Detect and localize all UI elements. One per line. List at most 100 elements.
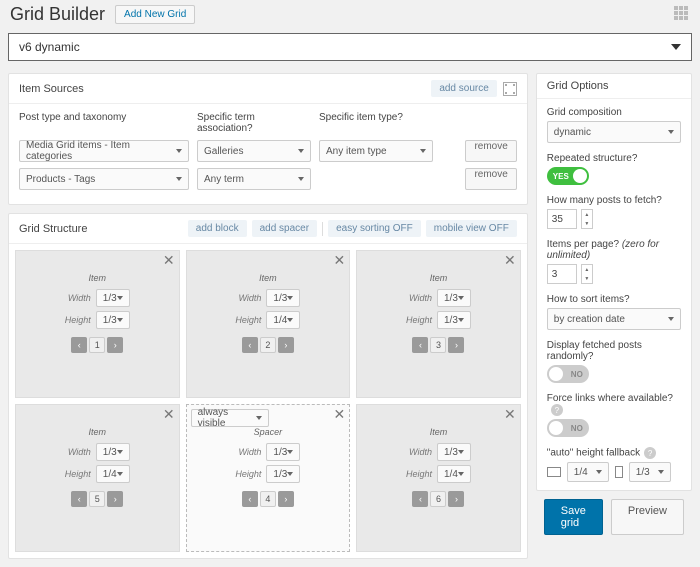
col-header: Post type and taxonomy <box>19 112 189 134</box>
chevron-down-icon <box>287 450 293 454</box>
grid-select[interactable]: v6 dynamic <box>8 33 692 61</box>
grid-item-cell[interactable]: ✕ItemWidth1/3Height1/4‹2› <box>186 250 351 398</box>
chevron-down-icon <box>596 470 602 474</box>
prev-icon[interactable]: ‹ <box>242 491 258 507</box>
width-select[interactable]: 1/3 <box>96 289 130 307</box>
stepper[interactable]: ▲▼ <box>581 209 593 229</box>
height-select[interactable]: 1/4 <box>266 311 300 329</box>
fallback-mobile-select[interactable]: 1/3 <box>629 462 671 482</box>
grid-item-cell[interactable]: ✕ItemWidth1/3Height1/4‹5› <box>15 404 180 552</box>
prev-icon[interactable]: ‹ <box>412 337 428 353</box>
force-links-toggle[interactable]: NO <box>547 419 589 437</box>
width-select[interactable]: 1/3 <box>437 289 471 307</box>
width-select[interactable]: 1/3 <box>96 443 130 461</box>
height-select[interactable]: 1/4 <box>96 465 130 483</box>
close-icon[interactable]: ✕ <box>333 253 345 267</box>
stepper[interactable]: ▲▼ <box>581 264 593 284</box>
close-icon[interactable]: ✕ <box>333 407 345 421</box>
height-select[interactable]: 1/3 <box>96 311 130 329</box>
repeated-toggle[interactable]: YES <box>547 167 589 185</box>
panel-title: Grid Structure <box>19 223 87 235</box>
page-number: 6 <box>430 491 446 507</box>
next-icon[interactable]: › <box>448 337 464 353</box>
chevron-down-icon <box>458 450 464 454</box>
height-select[interactable]: 1/4 <box>437 465 471 483</box>
width-select[interactable]: 1/3 <box>266 443 300 461</box>
app-grid-icon[interactable] <box>674 6 690 22</box>
easy-sorting-toggle[interactable]: easy sorting OFF <box>328 220 421 237</box>
close-icon[interactable]: ✕ <box>504 407 516 421</box>
width-select[interactable]: 1/3 <box>266 289 300 307</box>
help-icon[interactable]: ? <box>644 447 656 459</box>
label: Force links where available?? <box>547 393 681 416</box>
grid-spacer-cell[interactable]: always visible✕SpacerWidth1/3Height1/3‹4… <box>186 404 351 552</box>
chevron-down-icon <box>117 450 123 454</box>
next-icon[interactable]: › <box>278 337 294 353</box>
term-select[interactable]: Any term <box>197 168 311 190</box>
label: Grid composition <box>547 107 681 118</box>
panel-title: Item Sources <box>19 83 84 95</box>
grid-item-cell[interactable]: ✕ Item Width 1/3 Height 1/4 ‹6› <box>356 404 521 552</box>
mobile-view-toggle[interactable]: mobile view OFF <box>426 220 517 237</box>
per-page-input[interactable]: 3 <box>547 264 577 284</box>
expand-icon[interactable] <box>503 82 517 96</box>
cell-title: Item <box>430 273 448 283</box>
grid-select-value: v6 dynamic <box>19 40 80 54</box>
always-visible-select[interactable]: always visible <box>191 409 269 427</box>
random-toggle[interactable]: NO <box>547 365 589 383</box>
width-label: Width <box>409 447 432 457</box>
next-icon[interactable]: › <box>278 491 294 507</box>
height-select[interactable]: 1/3 <box>437 311 471 329</box>
posts-fetch-input[interactable]: 35 <box>547 209 577 229</box>
next-icon[interactable]: › <box>107 491 123 507</box>
next-icon[interactable]: › <box>448 491 464 507</box>
prev-icon[interactable]: ‹ <box>71 491 87 507</box>
height-label: Height <box>235 315 261 325</box>
width-label: Width <box>68 447 91 457</box>
chevron-down-icon <box>117 296 123 300</box>
height-label: Height <box>406 315 432 325</box>
term-select[interactable]: Galleries <box>197 140 311 162</box>
grid-item-cell[interactable]: ✕ItemWidth1/3Height1/3‹1› <box>15 250 180 398</box>
close-icon[interactable]: ✕ <box>163 407 175 421</box>
composition-select[interactable]: dynamic <box>547 121 681 143</box>
sort-select[interactable]: by creation date <box>547 308 681 330</box>
add-source-button[interactable]: add source <box>431 80 496 97</box>
chevron-down-icon <box>117 318 123 322</box>
close-icon[interactable]: ✕ <box>163 253 175 267</box>
height-select[interactable]: 1/3 <box>266 465 300 483</box>
height-label: Height <box>406 469 432 479</box>
remove-source-button[interactable]: remove <box>465 168 516 190</box>
add-new-grid-button[interactable]: Add New Grid <box>115 5 195 24</box>
width-label: Width <box>68 293 91 303</box>
next-icon[interactable]: › <box>107 337 123 353</box>
add-block-button[interactable]: add block <box>188 220 247 237</box>
save-grid-button[interactable]: Save grid <box>544 499 603 535</box>
width-select[interactable]: 1/3 <box>437 443 471 461</box>
prev-icon[interactable]: ‹ <box>71 337 87 353</box>
cell-title: Item <box>259 273 277 283</box>
help-icon[interactable]: ? <box>551 404 563 416</box>
prev-icon[interactable]: ‹ <box>412 491 428 507</box>
remove-source-button[interactable]: remove <box>465 140 516 162</box>
prev-icon[interactable]: ‹ <box>242 337 258 353</box>
item-type-select[interactable]: Any item type <box>319 140 433 162</box>
post-type-select[interactable]: Media Grid items - Item categories <box>19 140 189 162</box>
fallback-desktop-select[interactable]: 1/4 <box>567 462 609 482</box>
width-label: Width <box>409 293 432 303</box>
post-type-select[interactable]: Products - Tags <box>19 168 189 190</box>
label: Repeated structure? <box>547 153 681 164</box>
add-spacer-button[interactable]: add spacer <box>252 220 317 237</box>
cell-title: Item <box>430 427 448 437</box>
chevron-down-icon <box>298 177 304 181</box>
chevron-down-icon <box>668 130 674 134</box>
source-row: Media Grid items - Item categories Galle… <box>19 140 517 162</box>
page-number: 1 <box>89 337 105 353</box>
panel-grid-structure: Grid Structure add block add spacer easy… <box>8 213 528 559</box>
close-icon[interactable]: ✕ <box>504 253 516 267</box>
chevron-down-icon <box>298 149 304 153</box>
grid-item-cell[interactable]: ✕ItemWidth1/3Height1/3‹3› <box>356 250 521 398</box>
preview-button[interactable]: Preview <box>611 499 684 535</box>
chevron-down-icon <box>287 472 293 476</box>
chevron-down-icon <box>256 416 262 420</box>
